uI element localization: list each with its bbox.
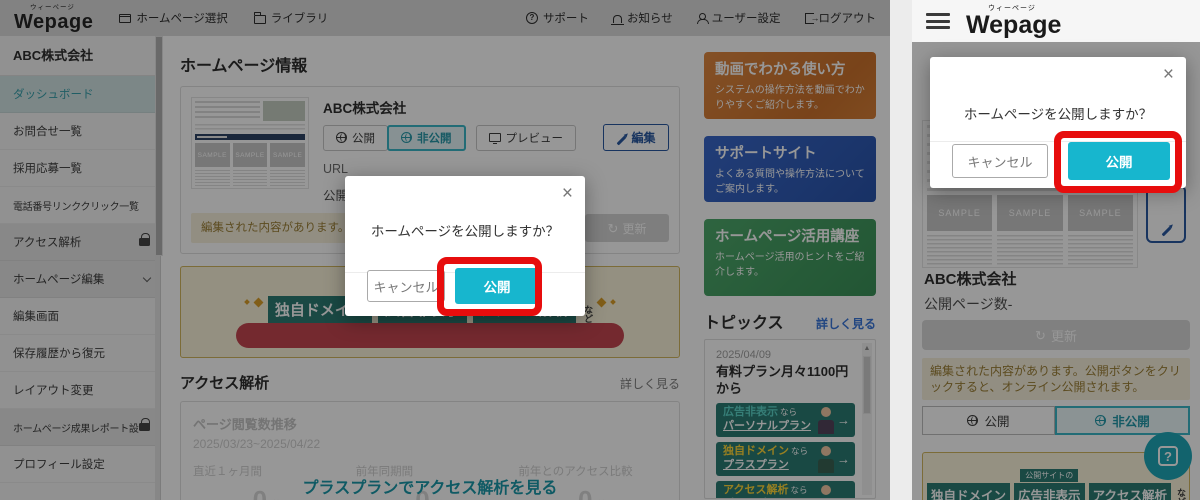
publish-confirm-dialog: × ホームページを公開しますか？ キャンセル 公開 [345, 176, 585, 316]
desktop-view: ウィーページ Wepage ホームページ選択 ライブラリ サポート お知らせ [0, 0, 890, 500]
panel-gap [890, 0, 912, 500]
logo-ruby: ウィーページ [988, 5, 1036, 12]
confirm-publish-button[interactable]: 公開 [455, 268, 539, 304]
logo-text: Wepage [966, 11, 1061, 39]
close-icon[interactable]: × [1163, 65, 1174, 84]
close-icon[interactable]: × [562, 184, 573, 203]
confirm-publish-button[interactable]: 公開 [1068, 142, 1170, 180]
hamburger-menu-icon[interactable] [926, 13, 950, 29]
screenshot-canvas: ウィーページ Wepage ホームページ選択 ライブラリ サポート お知らせ [0, 0, 1200, 500]
cancel-button[interactable]: キャンセル [952, 144, 1048, 178]
mobile-header: ウィーページ Wepage [912, 0, 1200, 42]
dialog-message: ホームページを公開しますか？ [345, 220, 585, 240]
wepage-logo[interactable]: ウィーページ Wepage [966, 5, 1061, 38]
publish-confirm-dialog: × ホームページを公開しますか？ キャンセル 公開 [930, 57, 1186, 188]
dialog-message: ホームページを公開しますか？ [930, 103, 1186, 123]
cancel-button[interactable]: キャンセル [367, 270, 445, 302]
mobile-view: ウィーページ Wepage SAMPLE SAMPLE SAMPLE ABC株式… [912, 0, 1200, 500]
